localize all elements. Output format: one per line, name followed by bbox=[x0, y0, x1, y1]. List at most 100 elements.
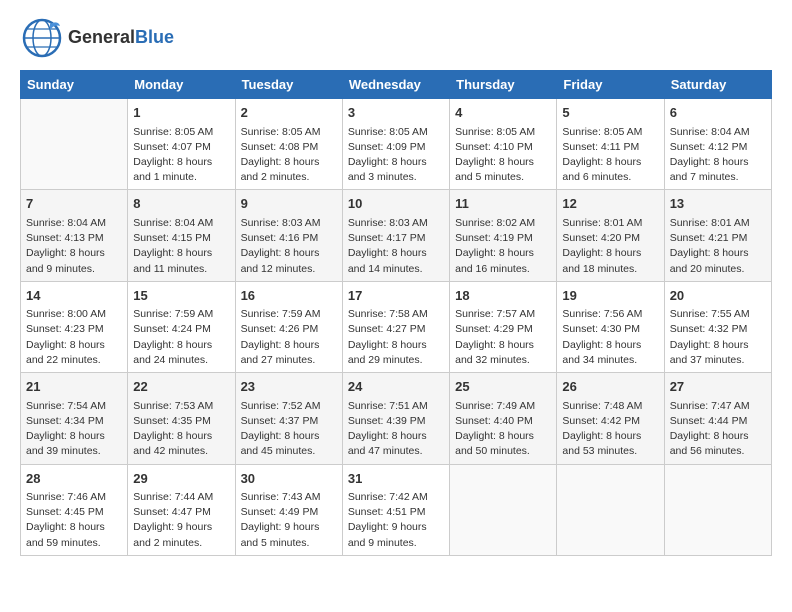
calendar-cell: 13Sunrise: 8:01 AMSunset: 4:21 PMDayligh… bbox=[664, 190, 771, 281]
calendar-cell: 4Sunrise: 8:05 AMSunset: 4:10 PMDaylight… bbox=[450, 99, 557, 190]
calendar-week-1: 1Sunrise: 8:05 AMSunset: 4:07 PMDaylight… bbox=[21, 99, 772, 190]
day-number: 27 bbox=[670, 377, 766, 397]
day-info: Sunrise: 8:05 AMSunset: 4:10 PMDaylight:… bbox=[455, 125, 551, 186]
day-info: Sunrise: 8:05 AMSunset: 4:11 PMDaylight:… bbox=[562, 125, 658, 186]
day-number: 26 bbox=[562, 377, 658, 397]
day-info: Sunrise: 7:52 AMSunset: 4:37 PMDaylight:… bbox=[241, 399, 337, 460]
calendar-cell: 29Sunrise: 7:44 AMSunset: 4:47 PMDayligh… bbox=[128, 464, 235, 555]
day-info: Sunrise: 8:04 AMSunset: 4:15 PMDaylight:… bbox=[133, 216, 229, 277]
day-number: 9 bbox=[241, 194, 337, 214]
day-info: Sunrise: 7:59 AMSunset: 4:24 PMDaylight:… bbox=[133, 307, 229, 368]
day-info: Sunrise: 7:48 AMSunset: 4:42 PMDaylight:… bbox=[562, 399, 658, 460]
day-info: Sunrise: 8:05 AMSunset: 4:09 PMDaylight:… bbox=[348, 125, 444, 186]
calendar-cell: 11Sunrise: 8:02 AMSunset: 4:19 PMDayligh… bbox=[450, 190, 557, 281]
day-info: Sunrise: 7:47 AMSunset: 4:44 PMDaylight:… bbox=[670, 399, 766, 460]
day-number: 7 bbox=[26, 194, 122, 214]
day-info: Sunrise: 7:44 AMSunset: 4:47 PMDaylight:… bbox=[133, 490, 229, 551]
day-info: Sunrise: 8:05 AMSunset: 4:07 PMDaylight:… bbox=[133, 125, 229, 186]
calendar-week-3: 14Sunrise: 8:00 AMSunset: 4:23 PMDayligh… bbox=[21, 281, 772, 372]
day-info: Sunrise: 7:59 AMSunset: 4:26 PMDaylight:… bbox=[241, 307, 337, 368]
day-number: 6 bbox=[670, 103, 766, 123]
calendar-cell: 17Sunrise: 7:58 AMSunset: 4:27 PMDayligh… bbox=[342, 281, 449, 372]
calendar-cell: 25Sunrise: 7:49 AMSunset: 4:40 PMDayligh… bbox=[450, 373, 557, 464]
day-info: Sunrise: 7:54 AMSunset: 4:34 PMDaylight:… bbox=[26, 399, 122, 460]
day-number: 23 bbox=[241, 377, 337, 397]
col-header-tuesday: Tuesday bbox=[235, 71, 342, 99]
day-info: Sunrise: 8:04 AMSunset: 4:12 PMDaylight:… bbox=[670, 125, 766, 186]
calendar-cell: 2Sunrise: 8:05 AMSunset: 4:08 PMDaylight… bbox=[235, 99, 342, 190]
day-number: 4 bbox=[455, 103, 551, 123]
calendar-cell: 23Sunrise: 7:52 AMSunset: 4:37 PMDayligh… bbox=[235, 373, 342, 464]
day-number: 25 bbox=[455, 377, 551, 397]
calendar-cell: 9Sunrise: 8:03 AMSunset: 4:16 PMDaylight… bbox=[235, 190, 342, 281]
day-info: Sunrise: 7:43 AMSunset: 4:49 PMDaylight:… bbox=[241, 490, 337, 551]
day-number: 10 bbox=[348, 194, 444, 214]
day-number: 11 bbox=[455, 194, 551, 214]
day-number: 8 bbox=[133, 194, 229, 214]
calendar-cell: 12Sunrise: 8:01 AMSunset: 4:20 PMDayligh… bbox=[557, 190, 664, 281]
day-number: 19 bbox=[562, 286, 658, 306]
day-info: Sunrise: 8:00 AMSunset: 4:23 PMDaylight:… bbox=[26, 307, 122, 368]
day-number: 18 bbox=[455, 286, 551, 306]
day-number: 12 bbox=[562, 194, 658, 214]
col-header-thursday: Thursday bbox=[450, 71, 557, 99]
day-number: 24 bbox=[348, 377, 444, 397]
day-info: Sunrise: 7:51 AMSunset: 4:39 PMDaylight:… bbox=[348, 399, 444, 460]
day-info: Sunrise: 8:01 AMSunset: 4:21 PMDaylight:… bbox=[670, 216, 766, 277]
day-number: 14 bbox=[26, 286, 122, 306]
day-info: Sunrise: 7:55 AMSunset: 4:32 PMDaylight:… bbox=[670, 307, 766, 368]
calendar-cell: 1Sunrise: 8:05 AMSunset: 4:07 PMDaylight… bbox=[128, 99, 235, 190]
calendar-cell: 6Sunrise: 8:04 AMSunset: 4:12 PMDaylight… bbox=[664, 99, 771, 190]
calendar-cell: 16Sunrise: 7:59 AMSunset: 4:26 PMDayligh… bbox=[235, 281, 342, 372]
day-number: 16 bbox=[241, 286, 337, 306]
calendar-week-5: 28Sunrise: 7:46 AMSunset: 4:45 PMDayligh… bbox=[21, 464, 772, 555]
logo: GeneralBlue bbox=[20, 16, 174, 60]
calendar-cell: 20Sunrise: 7:55 AMSunset: 4:32 PMDayligh… bbox=[664, 281, 771, 372]
day-info: Sunrise: 7:57 AMSunset: 4:29 PMDaylight:… bbox=[455, 307, 551, 368]
day-info: Sunrise: 8:04 AMSunset: 4:13 PMDaylight:… bbox=[26, 216, 122, 277]
calendar-cell: 15Sunrise: 7:59 AMSunset: 4:24 PMDayligh… bbox=[128, 281, 235, 372]
day-number: 13 bbox=[670, 194, 766, 214]
calendar-cell: 19Sunrise: 7:56 AMSunset: 4:30 PMDayligh… bbox=[557, 281, 664, 372]
day-info: Sunrise: 7:53 AMSunset: 4:35 PMDaylight:… bbox=[133, 399, 229, 460]
calendar-table: SundayMondayTuesdayWednesdayThursdayFrid… bbox=[20, 70, 772, 556]
day-info: Sunrise: 8:05 AMSunset: 4:08 PMDaylight:… bbox=[241, 125, 337, 186]
day-number: 31 bbox=[348, 469, 444, 489]
calendar-cell: 18Sunrise: 7:57 AMSunset: 4:29 PMDayligh… bbox=[450, 281, 557, 372]
day-number: 29 bbox=[133, 469, 229, 489]
day-number: 22 bbox=[133, 377, 229, 397]
logo-blue: Blue bbox=[135, 27, 174, 47]
calendar-cell: 3Sunrise: 8:05 AMSunset: 4:09 PMDaylight… bbox=[342, 99, 449, 190]
col-header-friday: Friday bbox=[557, 71, 664, 99]
day-number: 2 bbox=[241, 103, 337, 123]
day-info: Sunrise: 8:03 AMSunset: 4:16 PMDaylight:… bbox=[241, 216, 337, 277]
logo-icon bbox=[20, 16, 64, 60]
day-number: 21 bbox=[26, 377, 122, 397]
col-header-wednesday: Wednesday bbox=[342, 71, 449, 99]
calendar-cell: 14Sunrise: 8:00 AMSunset: 4:23 PMDayligh… bbox=[21, 281, 128, 372]
day-number: 1 bbox=[133, 103, 229, 123]
calendar-cell: 22Sunrise: 7:53 AMSunset: 4:35 PMDayligh… bbox=[128, 373, 235, 464]
day-info: Sunrise: 7:56 AMSunset: 4:30 PMDaylight:… bbox=[562, 307, 658, 368]
logo-general: General bbox=[68, 27, 135, 47]
calendar-cell: 8Sunrise: 8:04 AMSunset: 4:15 PMDaylight… bbox=[128, 190, 235, 281]
calendar-cell: 28Sunrise: 7:46 AMSunset: 4:45 PMDayligh… bbox=[21, 464, 128, 555]
calendar-cell: 30Sunrise: 7:43 AMSunset: 4:49 PMDayligh… bbox=[235, 464, 342, 555]
calendar-cell bbox=[450, 464, 557, 555]
calendar-week-4: 21Sunrise: 7:54 AMSunset: 4:34 PMDayligh… bbox=[21, 373, 772, 464]
day-number: 28 bbox=[26, 469, 122, 489]
calendar-cell: 24Sunrise: 7:51 AMSunset: 4:39 PMDayligh… bbox=[342, 373, 449, 464]
day-number: 3 bbox=[348, 103, 444, 123]
calendar-header-row: SundayMondayTuesdayWednesdayThursdayFrid… bbox=[21, 71, 772, 99]
day-info: Sunrise: 8:03 AMSunset: 4:17 PMDaylight:… bbox=[348, 216, 444, 277]
day-number: 5 bbox=[562, 103, 658, 123]
calendar-cell: 21Sunrise: 7:54 AMSunset: 4:34 PMDayligh… bbox=[21, 373, 128, 464]
day-info: Sunrise: 7:42 AMSunset: 4:51 PMDaylight:… bbox=[348, 490, 444, 551]
day-info: Sunrise: 7:58 AMSunset: 4:27 PMDaylight:… bbox=[348, 307, 444, 368]
day-info: Sunrise: 7:49 AMSunset: 4:40 PMDaylight:… bbox=[455, 399, 551, 460]
col-header-monday: Monday bbox=[128, 71, 235, 99]
calendar-cell bbox=[557, 464, 664, 555]
calendar-cell: 31Sunrise: 7:42 AMSunset: 4:51 PMDayligh… bbox=[342, 464, 449, 555]
calendar-cell bbox=[664, 464, 771, 555]
col-header-sunday: Sunday bbox=[21, 71, 128, 99]
